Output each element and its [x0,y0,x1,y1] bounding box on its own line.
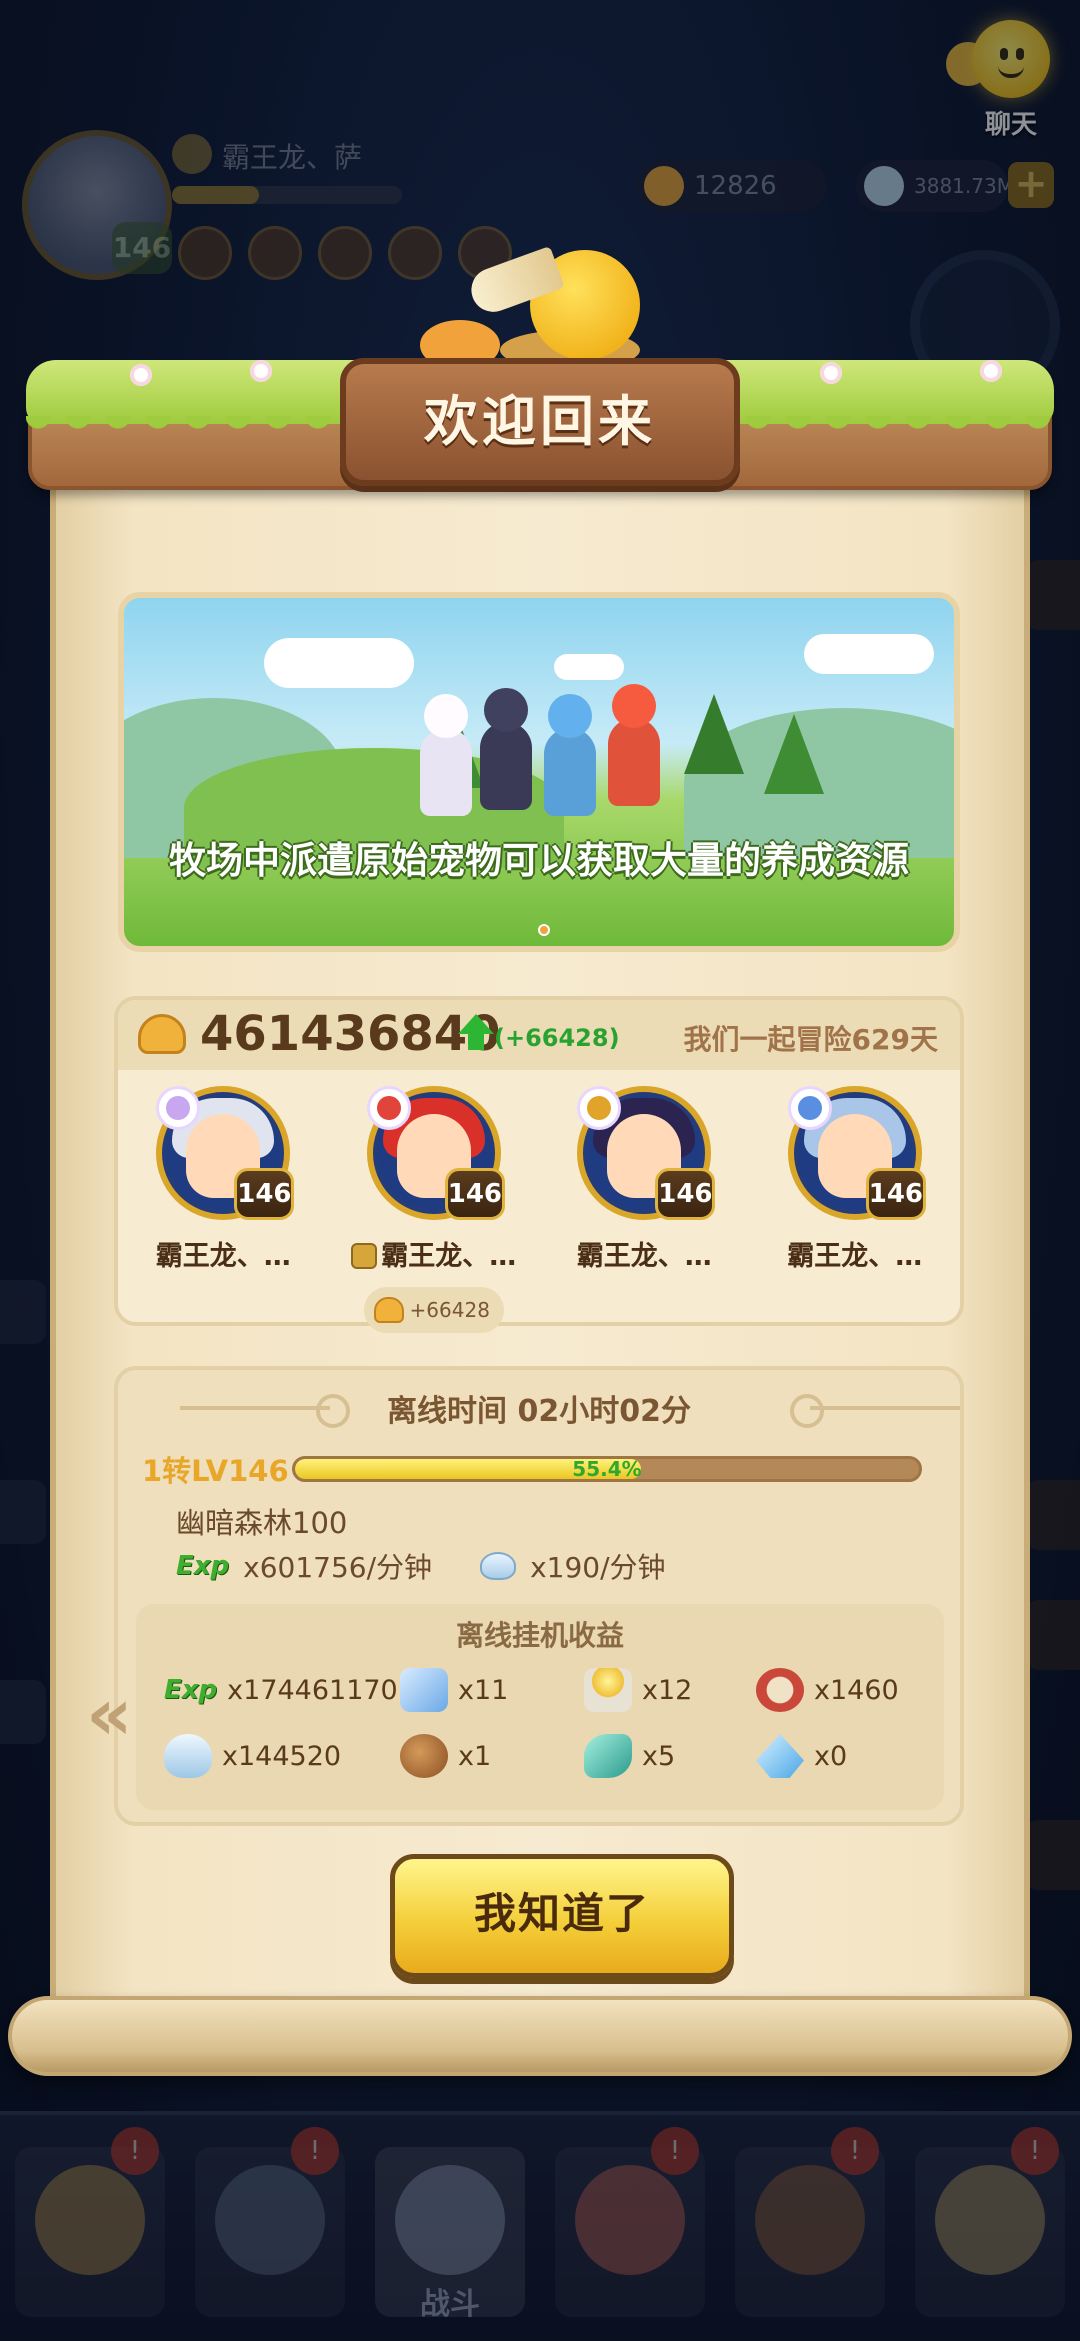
flower-icon [820,362,842,384]
hero-level-badge: 146 [444,1168,505,1220]
rewards-grid: Exp x174461170 x11 x12 x1460 x144520 x1 x5 x0 [164,1666,924,1780]
reward-amount: x0 [814,1740,848,1772]
hero-figure-icon [608,718,660,806]
dialog-title: 欢迎回来 [424,390,656,453]
reward-amount: x11 [458,1674,509,1706]
hero-portrait[interactable]: 146 [156,1086,295,1220]
arm-power-icon [373,1297,404,1323]
exp-percent: 55.4% [572,1457,642,1481]
shell-icon [164,1734,212,1778]
stage-name: 幽暗森林100 [176,1506,348,1540]
confirm-button[interactable]: 我知道了 [390,1854,734,1978]
hero-name: 霸王龙、… [381,1241,517,1272]
hero-name-row: 霸王龙、… [339,1234,529,1273]
horn-bird-mascot [465,230,640,370]
arrow-up-icon [458,1014,494,1050]
reward-item[interactable]: x1460 [756,1666,924,1714]
offline-time: 离线时间 02小时02分 [387,1394,691,1429]
exp-icon: Exp [176,1551,230,1581]
reward-amount: x1460 [814,1674,899,1706]
trident-icon [577,1086,622,1130]
scroll-icon [400,1668,448,1712]
rewards-panel: 离线挂机收益 Exp x174461170 x11 x12 x1460 x144520 x1… [136,1604,944,1810]
hero-figure-icon [420,728,472,816]
hero-card[interactable]: 146 霸王龙、… +66428 [339,1080,529,1333]
adventure-days: 我们一起冒险629天 [683,1023,938,1056]
hero-level-badge: 146 [865,1168,926,1220]
hero-name-row: 霸王龙、… [128,1234,318,1273]
dialog-title-plaque: 欢迎回来 [340,358,740,486]
arm-power-icon [138,1014,186,1054]
power-gain: (+66428) [494,1024,620,1052]
reward-amount: x174461170 [227,1674,398,1706]
flower-icon [980,360,1002,382]
candle-icon [584,1668,632,1712]
reward-item[interactable]: x5 [584,1732,756,1780]
hero-power-gain: +66428 [363,1287,504,1333]
hero-card[interactable]: 146 霸王龙、… [128,1080,318,1333]
reward-item[interactable]: Exp x174461170 [164,1666,400,1714]
hero-level-badge: 146 [234,1168,295,1220]
power-value: 461436840 [200,1006,501,1062]
flower-icon [250,360,272,382]
meat-icon [400,1734,448,1778]
medal-icon [756,1668,804,1712]
exp-progress-bar: 55.4% [292,1456,922,1482]
hero-gain-value: +66428 [409,1298,490,1322]
reward-item[interactable]: x1 [400,1732,584,1780]
hero-portrait[interactable]: 146 [366,1086,505,1220]
hero-portrait[interactable]: 146 [787,1086,926,1220]
hero-name: 霸王龙、… [576,1241,712,1272]
reward-item[interactable]: x144520 [164,1732,400,1780]
reward-item[interactable]: x12 [584,1666,756,1714]
hero-name: 霸王龙、… [155,1241,291,1272]
fire-icon [366,1086,411,1130]
shell-icon [480,1552,517,1580]
hero-level-badge: 146 [655,1168,716,1220]
reward-amount: x12 [642,1674,693,1706]
tip-banner[interactable]: 牧场中派遣原始宠物可以获取大量的养成资源 [118,592,960,952]
rate-row: Exp x601756/分钟 x190/分钟 [176,1546,666,1586]
exp-icon: Exp [164,1675,218,1705]
level-label: 1转LV146 [142,1454,289,1488]
hero-card[interactable]: 146 霸王龙、… [760,1080,950,1333]
scroll-bottom-rod [8,1996,1072,2076]
crystal-icon [756,1734,804,1778]
reward-amount: x5 [642,1740,676,1772]
hero-figure-icon [480,722,532,810]
reward-item[interactable]: x11 [400,1666,584,1714]
hero-figure-icon [544,728,596,816]
tip-text: 牧场中派遣原始宠物可以获取大量的养成资源 [169,839,909,882]
leader-shield-icon [351,1243,378,1269]
rewards-title: 离线挂机收益 [455,1619,624,1652]
flower-icon [130,364,152,386]
exp-rate: x601756/分钟 [243,1551,433,1584]
reward-item[interactable]: x0 [756,1732,924,1780]
ghost-icon [156,1086,201,1130]
reward-amount: x144520 [222,1740,342,1772]
previous-page-button[interactable]: « [86,1672,133,1756]
shell-rate: x190/分钟 [530,1551,666,1584]
power-row: 461436840 (+66428) 我们一起冒险629天 [118,1000,960,1070]
hero-list: 146 霸王龙、… 146 霸王龙、… +66428 146 霸王龙、… 146 霸王龙、… [118,1080,960,1333]
sword-icon [787,1086,832,1130]
feather-gem-icon [584,1734,632,1778]
hero-card[interactable]: 146 霸王龙、… [549,1080,739,1333]
hero-portrait[interactable]: 146 [577,1086,716,1220]
reward-amount: x1 [458,1740,492,1772]
hero-name-row: 霸王龙、… [549,1234,739,1273]
carousel-dot [538,924,550,936]
hero-name: 霸王龙、… [787,1241,923,1272]
hero-name-row: 霸王龙、… [760,1234,950,1273]
